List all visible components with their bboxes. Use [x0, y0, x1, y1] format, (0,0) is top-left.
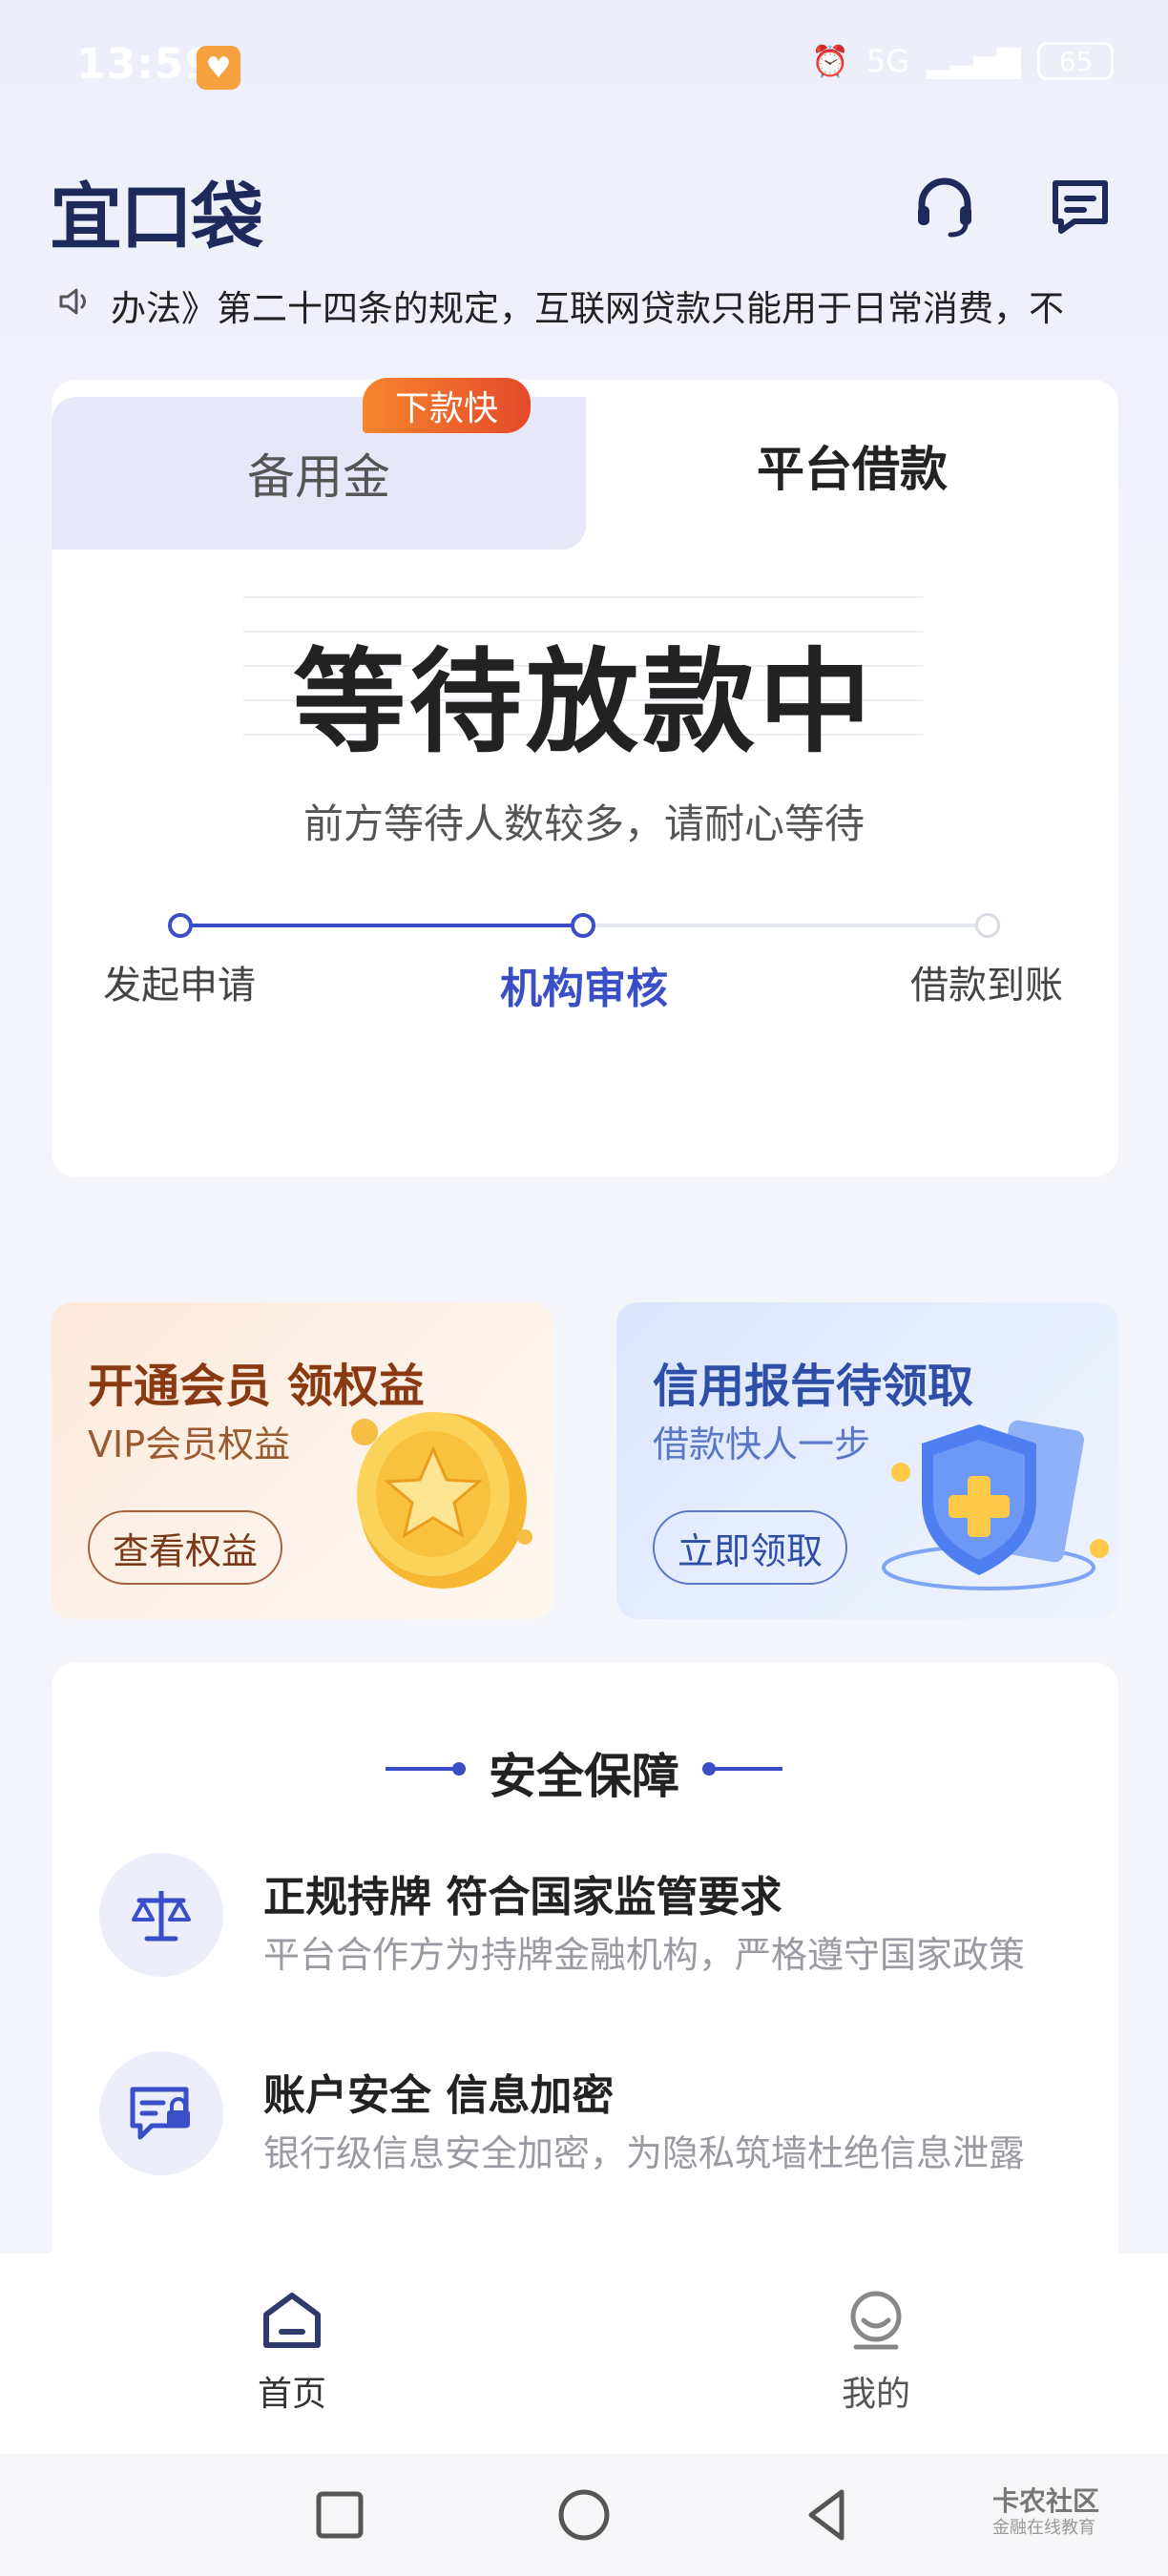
profile-icon: [850, 2291, 902, 2350]
scale-icon: [99, 1853, 223, 1977]
app-logo: 宜口袋: [50, 175, 263, 260]
safety-item-2-heading: 账户安全 信息加密: [263, 2071, 615, 2120]
tab-platform-loan[interactable]: 平台借款: [586, 380, 1118, 551]
back-button[interactable]: [798, 2484, 859, 2545]
safety-title: 安全保障: [489, 1749, 679, 1804]
step-arrival: 借款到账: [910, 964, 1063, 1008]
home-button[interactable]: [553, 2484, 615, 2545]
progress-dot-arrival: [975, 913, 1000, 938]
battery-indicator: 65: [1037, 42, 1115, 80]
shield-icon: [874, 1405, 1113, 1600]
title-decoration-right: [702, 1762, 782, 1776]
status-time: 13:59: [76, 40, 216, 89]
nav-mine-label: 我的: [841, 2375, 910, 2414]
tab-platform-loan-label: 平台借款: [757, 442, 948, 497]
coin-star-icon: [338, 1394, 538, 1598]
safety-item-1-desc: 平台合作方为持牌金融机构，严格遵守国家政策: [263, 1934, 1026, 1976]
recent-apps-button[interactable]: [309, 2484, 370, 2545]
id-card-lock-icon: [99, 2051, 223, 2175]
loan-status-subtitle: 前方等待人数较多，请耐心等待: [302, 800, 865, 847]
progress-dot-apply: [168, 913, 193, 938]
signal-icon: ▂▃▅▇: [927, 43, 1021, 79]
watermark-line-2: 金融在线教育: [992, 2518, 1095, 2538]
app-notification-icon: ♥: [197, 46, 240, 90]
vip-promo-subtitle: VIP会员权益: [88, 1423, 291, 1465]
notice-marquee[interactable]: 办法》第二十四条的规定，互联网贷款只能用于日常消费，不: [55, 277, 1115, 334]
view-benefits-button[interactable]: 查看权益: [88, 1510, 283, 1585]
notice-text: 办法》第二十四条的规定，互联网贷款只能用于日常消费，不: [111, 288, 1064, 329]
credit-promo-subtitle: 借款快人一步: [653, 1423, 871, 1465]
alarm-icon: ⏰: [811, 43, 849, 79]
progress-line-pending: [584, 924, 987, 927]
nav-home-label: 首页: [257, 2375, 326, 2414]
progress-line-done: [179, 924, 582, 927]
step-review: 机构审核: [500, 965, 668, 1013]
credit-report-promo-card[interactable]: 信用报告待领取 借款快人一步 立即领取: [616, 1302, 1118, 1619]
step-apply: 发起申请: [103, 964, 256, 1008]
nav-home[interactable]: 首页: [197, 2288, 387, 2416]
message-icon[interactable]: [1046, 172, 1115, 240]
safety-item-2-desc: 银行级信息安全加密，为隐私筑墙杜绝信息泄露: [263, 2132, 1026, 2174]
network-label: 5G: [866, 43, 909, 79]
status-indicators: ⏰ 5G ▂▃▅▇ 65: [811, 42, 1115, 80]
fast-disbursement-badge: 下款快: [363, 378, 531, 433]
claim-now-button[interactable]: 立即领取: [653, 1510, 848, 1585]
tab-reserve-fund-label: 备用金: [247, 449, 390, 505]
home-icon: [263, 2293, 321, 2348]
progress-dot-review: [571, 913, 595, 938]
safety-item-1-heading: 正规持牌 符合国家监管要求: [263, 1873, 782, 1922]
vip-promo-card[interactable]: 开通会员 领权益 VIP会员权益 查看权益: [52, 1302, 553, 1619]
loan-status-title: 等待放款中: [292, 636, 875, 768]
watermark: 卡农社区 金融在线教育: [992, 2488, 1099, 2542]
watermark-line-1: 卡农社区: [992, 2485, 1100, 2517]
nav-mine[interactable]: 我的: [781, 2288, 971, 2416]
bottom-nav: [0, 2254, 1168, 2454]
speaker-icon: [55, 282, 94, 329]
headset-icon[interactable]: [910, 172, 979, 240]
